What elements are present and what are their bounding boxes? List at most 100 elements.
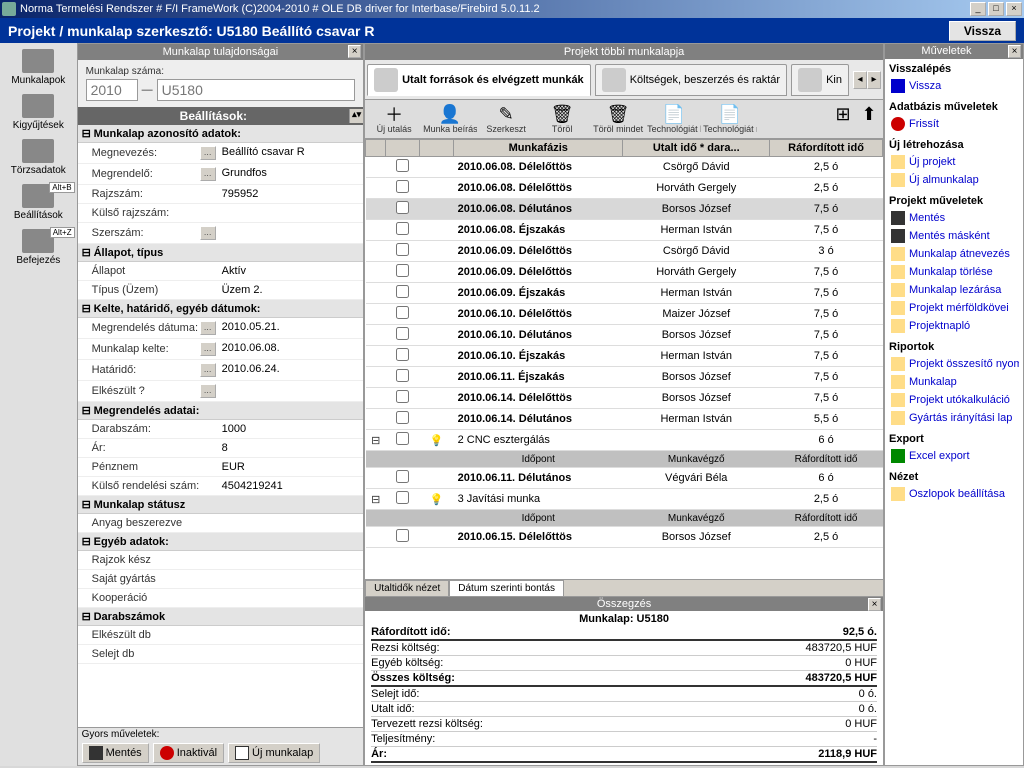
row-checkbox[interactable] bbox=[396, 369, 409, 382]
scroll-up-icon[interactable]: ▴▾ bbox=[349, 109, 363, 123]
close-button[interactable]: × bbox=[1006, 2, 1022, 16]
toolbar-button[interactable]: 👤Munka beírása bbox=[423, 102, 477, 136]
prop-group[interactable]: ⊟Munkalap azonosító adatok: bbox=[78, 125, 364, 143]
rp-link[interactable]: Projekt összesítő nyomtatás bbox=[889, 355, 1019, 373]
tab-prev-icon[interactable]: ◂ bbox=[853, 71, 867, 89]
prop-group[interactable]: ⊟Állapot, típus bbox=[78, 244, 364, 262]
row-checkbox[interactable] bbox=[396, 390, 409, 403]
rp-link[interactable]: Új almunkalap bbox=[889, 171, 1019, 189]
table-row[interactable]: 2010.06.08. DélutánosBorsos József7,5 ó bbox=[366, 199, 883, 220]
tab[interactable]: Utalt források és elvégzett munkák bbox=[367, 64, 591, 96]
rp-link[interactable]: Gyártás irányítási lap bbox=[889, 409, 1019, 427]
new-sheet-button[interactable]: Új munkalap bbox=[228, 743, 320, 763]
table-row[interactable]: 2010.06.10. ÉjszakásHerman István7,5 ó bbox=[366, 346, 883, 367]
row-checkbox[interactable] bbox=[396, 411, 409, 424]
toolbar-button[interactable]: 🗑Töröl bbox=[535, 102, 589, 136]
rp-link[interactable]: Excel export bbox=[889, 447, 1019, 465]
row-checkbox[interactable] bbox=[396, 306, 409, 319]
row-checkbox[interactable] bbox=[396, 264, 409, 277]
rp-link[interactable]: Projekt mérföldkövei bbox=[889, 299, 1019, 317]
rp-link[interactable]: Munkalap törlése bbox=[889, 263, 1019, 281]
table-row[interactable]: 2010.06.09. DélelőttösHorváth Gergely7,5… bbox=[366, 262, 883, 283]
tab[interactable]: Költségek, beszerzés és raktár bbox=[595, 64, 787, 96]
rp-link[interactable]: Projekt utókalkuláció bbox=[889, 391, 1019, 409]
table-row[interactable]: 2010.06.10. DélelőttösMaizer József7,5 ó bbox=[366, 304, 883, 325]
toolbar-button[interactable]: ＋Új utalás bbox=[367, 102, 421, 136]
close-icon[interactable]: × bbox=[1008, 45, 1021, 58]
prop-group[interactable]: ⊟Munkalap státusz bbox=[78, 496, 364, 514]
deactivate-button[interactable]: Inaktivál bbox=[153, 743, 224, 763]
prop-group[interactable]: ⊟Egyéb adatok: bbox=[78, 533, 364, 551]
table-row[interactable]: 2010.06.11. DélutánosVégvári Béla6 ó bbox=[366, 468, 883, 489]
edit-icon[interactable]: … bbox=[200, 167, 216, 181]
save-button[interactable]: Mentés bbox=[82, 743, 149, 763]
table-row[interactable]: 2010.06.11. ÉjszakásBorsos József7,5 ó bbox=[366, 367, 883, 388]
rp-link[interactable]: Munkalap lezárása bbox=[889, 281, 1019, 299]
nav-item[interactable]: BefejezésAlt+Z bbox=[2, 227, 75, 268]
toolbar-button[interactable]: ✎Szerkeszt bbox=[479, 102, 533, 136]
group-row[interactable]: ⊟💡2 CNC esztergálás6 ó bbox=[366, 430, 883, 451]
nav-item[interactable]: Kigyűjtések bbox=[2, 92, 75, 133]
rp-link[interactable]: Vissza bbox=[889, 77, 1019, 95]
table-row[interactable]: 2010.06.08. DélelőttösCsörgő Dávid2,5 ó bbox=[366, 157, 883, 178]
row-checkbox[interactable] bbox=[396, 180, 409, 193]
rp-link[interactable]: Projektnapló bbox=[889, 317, 1019, 335]
table-row[interactable]: 2010.06.15. DélelőttösBorsos József2,5 ó bbox=[366, 527, 883, 548]
edit-icon[interactable]: … bbox=[200, 146, 216, 160]
table-row[interactable]: 2010.06.08. DélelőttösHorváth Gergely2,5… bbox=[366, 178, 883, 199]
nav-item[interactable]: Munkalapok bbox=[2, 47, 75, 88]
row-checkbox[interactable] bbox=[396, 470, 409, 483]
row-checkbox[interactable] bbox=[396, 243, 409, 256]
prop-group[interactable]: ⊟Megrendelés adatai: bbox=[78, 402, 364, 420]
maximize-button[interactable]: □ bbox=[988, 2, 1004, 16]
group-row[interactable]: ⊟💡3 Javítási munka2,5 ó bbox=[366, 489, 883, 510]
row-checkbox[interactable] bbox=[396, 327, 409, 340]
properties-list[interactable]: ⊟Munkalap azonosító adatok:Megnevezés:…B… bbox=[78, 125, 364, 727]
prop-group[interactable]: ⊟Kelte, határidő, egyéb dátumok: bbox=[78, 300, 364, 318]
back-button[interactable]: Vissza bbox=[949, 21, 1016, 41]
edit-icon[interactable]: … bbox=[200, 321, 216, 335]
year-input[interactable] bbox=[86, 79, 138, 101]
col-hours[interactable]: Ráfordított idő bbox=[770, 140, 883, 157]
rp-link[interactable]: Frissít bbox=[889, 115, 1019, 133]
sheet-code-input[interactable] bbox=[157, 79, 356, 101]
toolbar-button[interactable]: 🗑Töröl mindet bbox=[591, 102, 645, 136]
row-checkbox[interactable] bbox=[396, 201, 409, 214]
rp-link[interactable]: Új projekt bbox=[889, 153, 1019, 171]
rp-link[interactable]: Munkalap átnevezés bbox=[889, 245, 1019, 263]
row-checkbox[interactable] bbox=[396, 222, 409, 235]
minimize-button[interactable]: _ bbox=[970, 2, 986, 16]
bottom-tab[interactable]: Dátum szerinti bontás bbox=[449, 580, 564, 596]
row-checkbox[interactable] bbox=[396, 491, 409, 504]
close-icon[interactable]: × bbox=[868, 598, 881, 611]
table-row[interactable]: 2010.06.14. DélutánosHerman István5,5 ó bbox=[366, 409, 883, 430]
edit-icon[interactable]: … bbox=[200, 363, 216, 377]
rp-link[interactable]: Mentés bbox=[889, 209, 1019, 227]
col-time[interactable]: Utalt idő * dara... bbox=[623, 140, 770, 157]
toolbar-button[interactable]: 📄Technológiát betölt bbox=[647, 102, 701, 136]
row-checkbox[interactable] bbox=[396, 285, 409, 298]
edit-icon[interactable]: … bbox=[200, 226, 216, 240]
edit-icon[interactable]: … bbox=[200, 384, 216, 398]
toolbar-button[interactable]: 📄Technológiát ment bbox=[703, 102, 757, 136]
edit-icon[interactable]: … bbox=[200, 342, 216, 356]
bottom-tab[interactable]: Utaltidők nézet bbox=[365, 580, 449, 596]
row-checkbox[interactable] bbox=[396, 432, 409, 445]
rp-link[interactable]: Mentés másként bbox=[889, 227, 1019, 245]
table-row[interactable]: 2010.06.14. DélelőttösBorsos József7,5 ó bbox=[366, 388, 883, 409]
table-row[interactable]: 2010.06.09. DélelőttösCsörgő Dávid3 ó bbox=[366, 241, 883, 262]
table-row[interactable]: 2010.06.09. ÉjszakásHerman István7,5 ó bbox=[366, 283, 883, 304]
work-grid[interactable]: Munkafázis Utalt idő * dara... Ráfordíto… bbox=[365, 139, 883, 579]
toolbar-button[interactable]: ⬆ bbox=[857, 102, 881, 136]
rp-link[interactable]: Munkalap bbox=[889, 373, 1019, 391]
tab-next-icon[interactable]: ▸ bbox=[867, 71, 881, 89]
table-row[interactable]: 2010.06.08. ÉjszakásHerman István7,5 ó bbox=[366, 220, 883, 241]
row-checkbox[interactable] bbox=[396, 529, 409, 542]
col-phase[interactable]: Munkafázis bbox=[454, 140, 623, 157]
toolbar-button[interactable]: ⊞ bbox=[831, 102, 855, 136]
close-icon[interactable]: × bbox=[348, 45, 361, 58]
row-checkbox[interactable] bbox=[396, 159, 409, 172]
prop-group[interactable]: ⊟Darabszámok bbox=[78, 608, 364, 626]
row-checkbox[interactable] bbox=[396, 348, 409, 361]
rp-link[interactable]: Oszlopok beállítása bbox=[889, 485, 1019, 503]
